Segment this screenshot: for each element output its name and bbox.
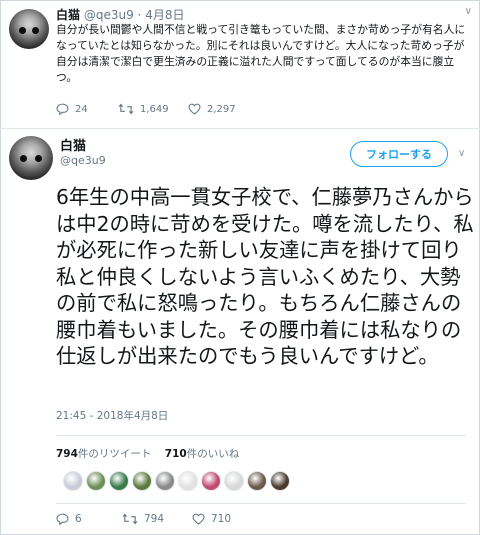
liker-avatar[interactable]	[247, 471, 267, 491]
tweet-date[interactable]: 4月8日	[145, 8, 184, 22]
liker-avatar[interactable]	[109, 471, 129, 491]
retweet-count: 1,649	[140, 103, 169, 115]
user-handle[interactable]: @qe3u9	[84, 8, 134, 22]
liker-avatar[interactable]	[178, 471, 198, 491]
retweet-icon	[118, 103, 134, 115]
like-count: 710	[211, 513, 232, 525]
display-name[interactable]: 白猫	[60, 135, 86, 154]
engagement-stats: 794件のリツイート 710件のいいね	[56, 446, 239, 461]
follow-button[interactable]: フォローする	[350, 141, 448, 167]
avatar[interactable]	[9, 136, 53, 180]
like-count: 2,297	[207, 103, 236, 115]
tweet-text: 自分が長い間鬱や人間不信と戦って引き篭もっていた間、まさか苛めっ子が有名人になっ…	[56, 23, 466, 84]
liker-avatar[interactable]	[224, 471, 244, 491]
retweet-button[interactable]: 1,649	[118, 103, 169, 115]
liker-avatar[interactable]	[63, 471, 83, 491]
heart-icon	[192, 513, 205, 525]
retweet-icon	[122, 513, 138, 525]
tweet-actions: 24 1,649 2,297	[56, 103, 356, 117]
liker-avatar[interactable]	[132, 471, 152, 491]
tweet-actions: 6 794 710	[56, 513, 306, 527]
liker-avatar[interactable]	[201, 471, 221, 491]
retweet-button[interactable]: 794	[122, 513, 164, 525]
reply-button[interactable]: 6	[56, 513, 82, 525]
reply-button[interactable]: 24	[56, 103, 88, 115]
divider	[56, 503, 466, 504]
user-handle[interactable]: @qe3u9	[60, 154, 106, 167]
separator: ·	[137, 8, 142, 22]
heart-icon	[188, 103, 201, 115]
like-stat[interactable]: 710件のいいね	[165, 448, 239, 460]
reply-icon	[56, 103, 69, 115]
retweet-count: 794	[144, 513, 165, 525]
chevron-down-icon[interactable]: ∨	[458, 148, 465, 159]
retweet-stat[interactable]: 794件のリツイート	[56, 448, 151, 460]
chevron-down-icon[interactable]: ∨	[465, 6, 472, 17]
divider	[0, 128, 480, 129]
reply-icon	[56, 513, 69, 525]
display-name[interactable]: 白猫	[56, 8, 80, 22]
tweet-timestamp[interactable]: 21:45 - 2018年4月8日	[56, 408, 168, 423]
liker-avatar[interactable]	[270, 471, 290, 491]
liker-avatar[interactable]	[86, 471, 106, 491]
like-button[interactable]: 2,297	[188, 103, 236, 115]
divider	[56, 435, 466, 436]
reply-count: 6	[75, 513, 82, 525]
reply-count: 24	[75, 103, 88, 115]
tweet-header: 白猫 @qe3u9 · 4月8日	[56, 6, 184, 23]
avatar[interactable]	[9, 9, 49, 49]
like-button[interactable]: 710	[192, 513, 231, 525]
tweet-text: 6年生の中高一貫女子校で、仁藤夢乃さんからは中2の時に苛めを受けた。噂を流したり…	[56, 185, 474, 368]
liker-avatar[interactable]	[155, 471, 175, 491]
